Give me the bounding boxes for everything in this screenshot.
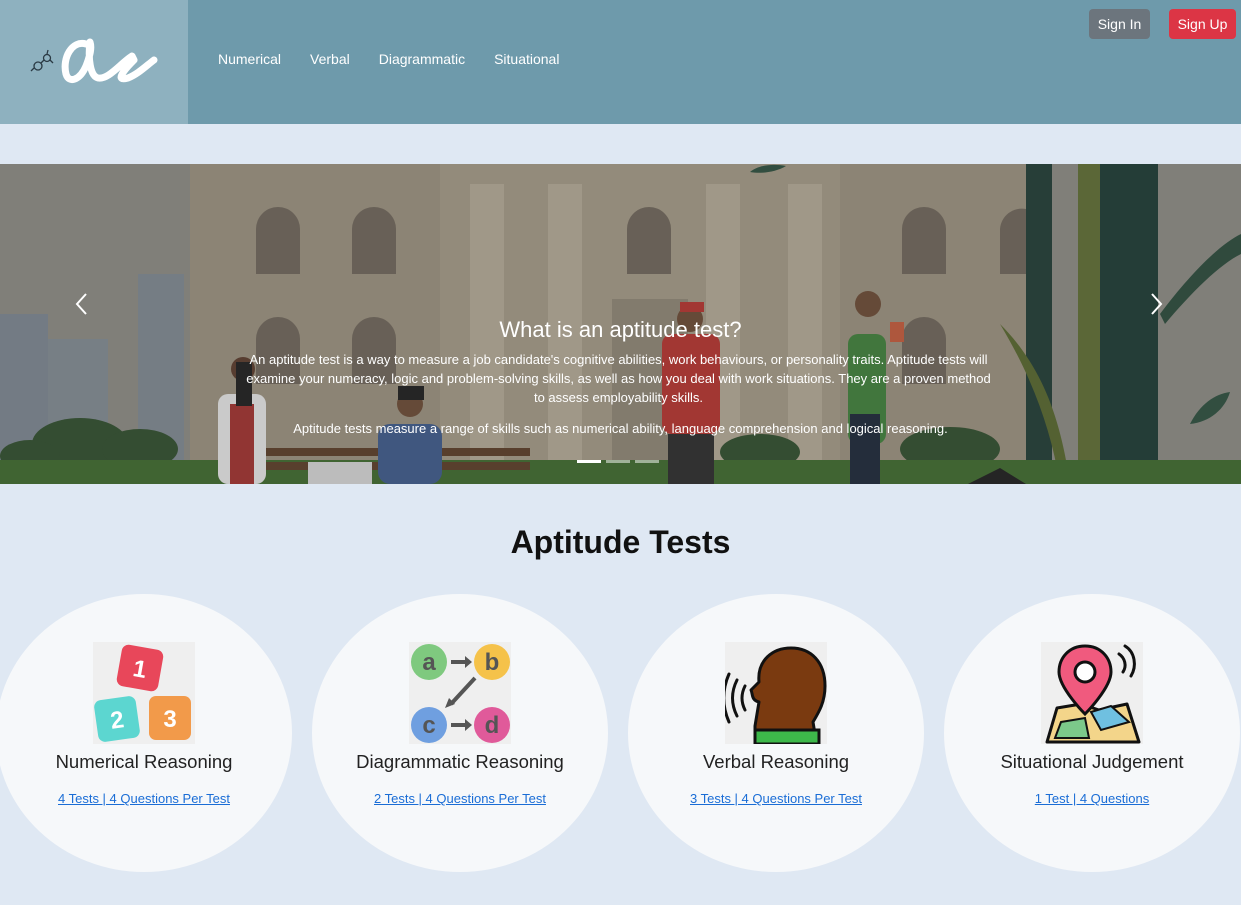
svg-text:c: c <box>422 712 435 739</box>
hero-paragraph-2: Aptitude tests measure a range of skills… <box>293 421 948 436</box>
site-header: Numerical Verbal Diagrammatic Situationa… <box>0 0 1241 124</box>
logo-icon <box>30 38 158 83</box>
carousel-indicator-1[interactable] <box>577 460 601 463</box>
hero-carousel: What is an aptitude test? An aptitude te… <box>0 164 1241 484</box>
map-pin-icon <box>1041 642 1143 744</box>
carousel-prev-button[interactable] <box>72 292 92 316</box>
nav-verbal[interactable]: Verbal <box>310 51 350 67</box>
carousel-indicator-2[interactable] <box>606 460 630 463</box>
sign-up-button[interactable]: Sign Up <box>1169 9 1236 39</box>
logo[interactable] <box>0 0 188 124</box>
sign-in-button[interactable]: Sign In <box>1089 9 1150 39</box>
carousel-indicator-3[interactable] <box>635 460 659 463</box>
card-link[interactable]: 4 Tests | 4 Questions Per Test <box>0 791 292 806</box>
nav-situational[interactable]: Situational <box>494 51 559 67</box>
main-nav: Numerical Verbal Diagrammatic Situationa… <box>218 51 588 67</box>
number-blocks-icon: 1 2 3 <box>93 642 195 744</box>
abcd-diagram-icon: a b c d <box>409 642 511 744</box>
card-link[interactable]: 2 Tests | 4 Questions Per Test <box>312 791 608 806</box>
hero-paragraph: An aptitude test is a way to measure a j… <box>246 352 991 405</box>
nav-numerical[interactable]: Numerical <box>218 51 281 67</box>
svg-text:b: b <box>485 649 500 676</box>
svg-text:3: 3 <box>163 706 176 733</box>
card-title: Numerical Reasoning <box>55 751 233 772</box>
test-card-diagrammatic[interactable]: a b c d Diagrammatic Reasoning 2 Tests | 4… <box>312 594 608 872</box>
test-card-situational[interactable]: Situational Judgement 1 Test | 4 Questio… <box>944 594 1240 872</box>
nav-diagrammatic[interactable]: Diagrammatic <box>379 51 465 67</box>
svg-text:a: a <box>422 649 436 676</box>
test-card-numerical[interactable]: 1 2 3 Numerical Reasoning 4 Tests | 4 Qu… <box>0 594 292 872</box>
carousel-next-button[interactable] <box>1146 292 1166 316</box>
carousel-indicators <box>577 460 659 463</box>
chevron-left-icon <box>75 293 87 315</box>
card-link[interactable]: 1 Test | 4 Questions <box>944 791 1240 806</box>
section-title: Aptitude Tests <box>510 524 731 560</box>
speaking-head-icon <box>722 642 827 746</box>
card-link[interactable]: 3 Tests | 4 Questions Per Test <box>628 791 924 806</box>
chevron-right-icon <box>1151 293 1163 315</box>
svg-text:d: d <box>485 712 500 739</box>
card-title: Verbal Reasoning <box>702 751 850 772</box>
test-card-verbal[interactable]: Verbal Reasoning 3 Tests | 4 Questions P… <box>628 594 924 872</box>
hero-title: What is an aptitude test? <box>499 317 742 342</box>
card-title: Diagrammatic Reasoning <box>356 751 564 772</box>
card-title: Situational Judgement <box>1000 751 1184 772</box>
